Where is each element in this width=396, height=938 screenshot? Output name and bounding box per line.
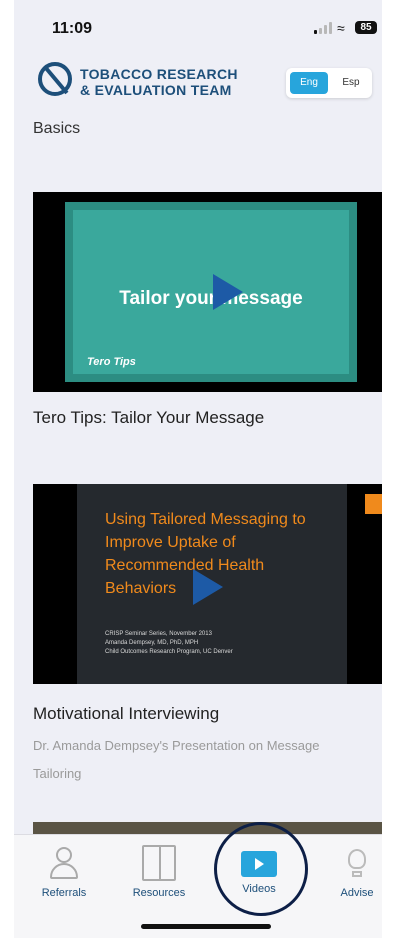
play-icon[interactable] — [213, 274, 243, 310]
language-toggle: Eng Esp — [286, 68, 372, 98]
slide-accent — [365, 494, 382, 514]
play-icon[interactable] — [193, 569, 223, 605]
video-title[interactable]: Motivational Interviewing — [33, 704, 219, 724]
tab-advise[interactable]: Advise — [317, 845, 382, 899]
video-title[interactable]: Tero Tips: Tailor Your Message — [33, 408, 264, 428]
wifi-icon: ≈ — [337, 20, 345, 36]
app-screen: 11:09 ≈ 85 TOBACCO RESEARCH & EVALUATION… — [14, 0, 382, 938]
tab-bar: Referrals Resources Videos Advise — [14, 834, 382, 938]
status-bar: 11:09 ≈ 85 — [14, 0, 382, 52]
person-add-icon — [44, 845, 84, 881]
thumb-meta: CRISP Seminar Series, November 2013 Aman… — [105, 631, 233, 655]
logo-line-1: TOBACCO RESEARCH — [80, 66, 238, 82]
tab-referrals[interactable]: Referrals — [24, 845, 104, 899]
section-title: Basics — [33, 120, 81, 137]
video-thumbnail[interactable] — [33, 822, 382, 834]
lang-esp-button[interactable]: Esp — [334, 72, 368, 94]
slide-preview: Tailor your message Tero Tips — [65, 202, 357, 382]
video-list[interactable]: Basics Tailor your message Tero Tips Ter… — [14, 114, 382, 834]
video-thumbnail[interactable]: Using Tailored Messaging to Improve Upta… — [33, 484, 382, 684]
logo-icon — [38, 62, 72, 96]
thumb-tag: Tero Tips — [87, 356, 136, 368]
logo-text: TOBACCO RESEARCH & EVALUATION TEAM — [80, 66, 238, 98]
lightbulb-icon — [337, 845, 377, 881]
book-icon — [142, 845, 176, 881]
home-indicator[interactable] — [141, 924, 271, 929]
status-time: 11:09 — [52, 20, 93, 37]
highlight-circle — [214, 822, 308, 916]
lang-eng-button[interactable]: Eng — [290, 72, 328, 94]
thumb-text: Tailor your message — [119, 288, 303, 309]
signal-icon — [314, 22, 332, 34]
tab-resources[interactable]: Resources — [119, 845, 199, 899]
video-subtitle: Dr. Amanda Dempsey's Presentation on Mes… — [33, 738, 320, 781]
logo-line-2: & EVALUATION TEAM — [80, 82, 232, 98]
tab-label: Resources — [132, 887, 186, 899]
battery-icon: 85 — [355, 21, 377, 34]
tab-label: Referrals — [41, 887, 87, 899]
app-header: TOBACCO RESEARCH & EVALUATION TEAM Eng E… — [14, 52, 382, 114]
tab-label: Advise — [340, 887, 374, 899]
video-thumbnail[interactable]: Tailor your message Tero Tips — [33, 192, 382, 392]
